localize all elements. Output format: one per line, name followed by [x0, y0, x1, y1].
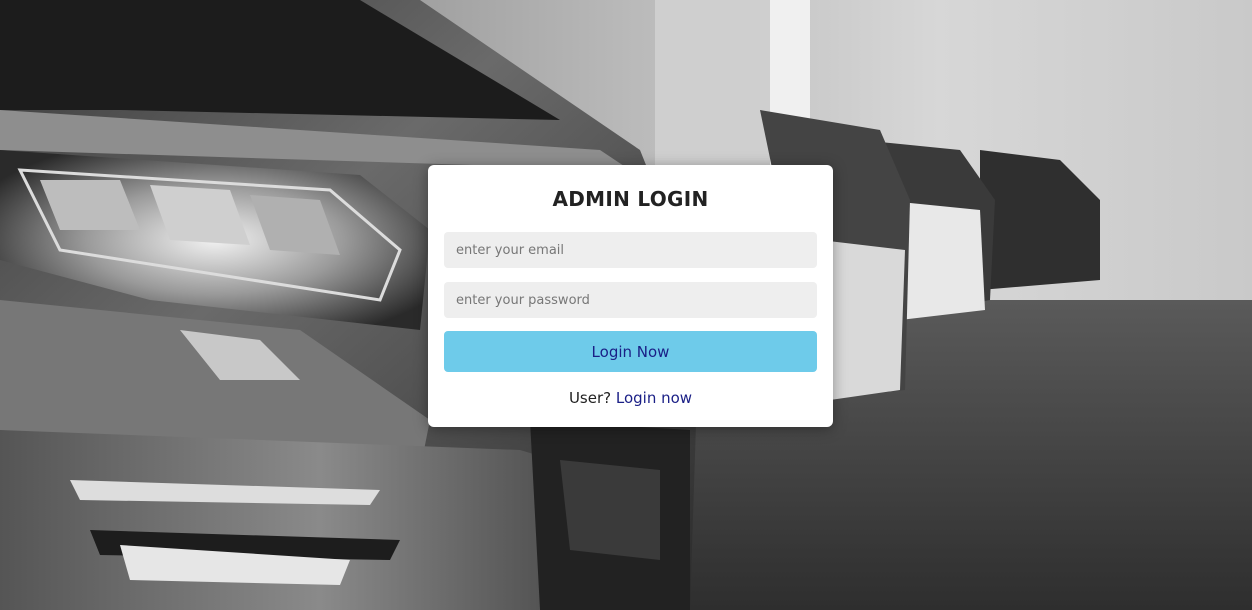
email-input[interactable]: [444, 232, 817, 268]
login-page: ADMIN LOGIN Login Now User? Login now: [0, 0, 1252, 610]
login-title: ADMIN LOGIN: [552, 187, 709, 211]
user-prompt-text: User?: [568, 389, 612, 407]
user-login-prompt: User? Login now: [428, 389, 833, 407]
login-now-button[interactable]: Login Now: [444, 331, 817, 372]
password-input[interactable]: [444, 282, 817, 318]
login-card: ADMIN LOGIN Login Now User? Login now: [428, 165, 833, 427]
user-login-link[interactable]: Login now: [616, 389, 692, 407]
